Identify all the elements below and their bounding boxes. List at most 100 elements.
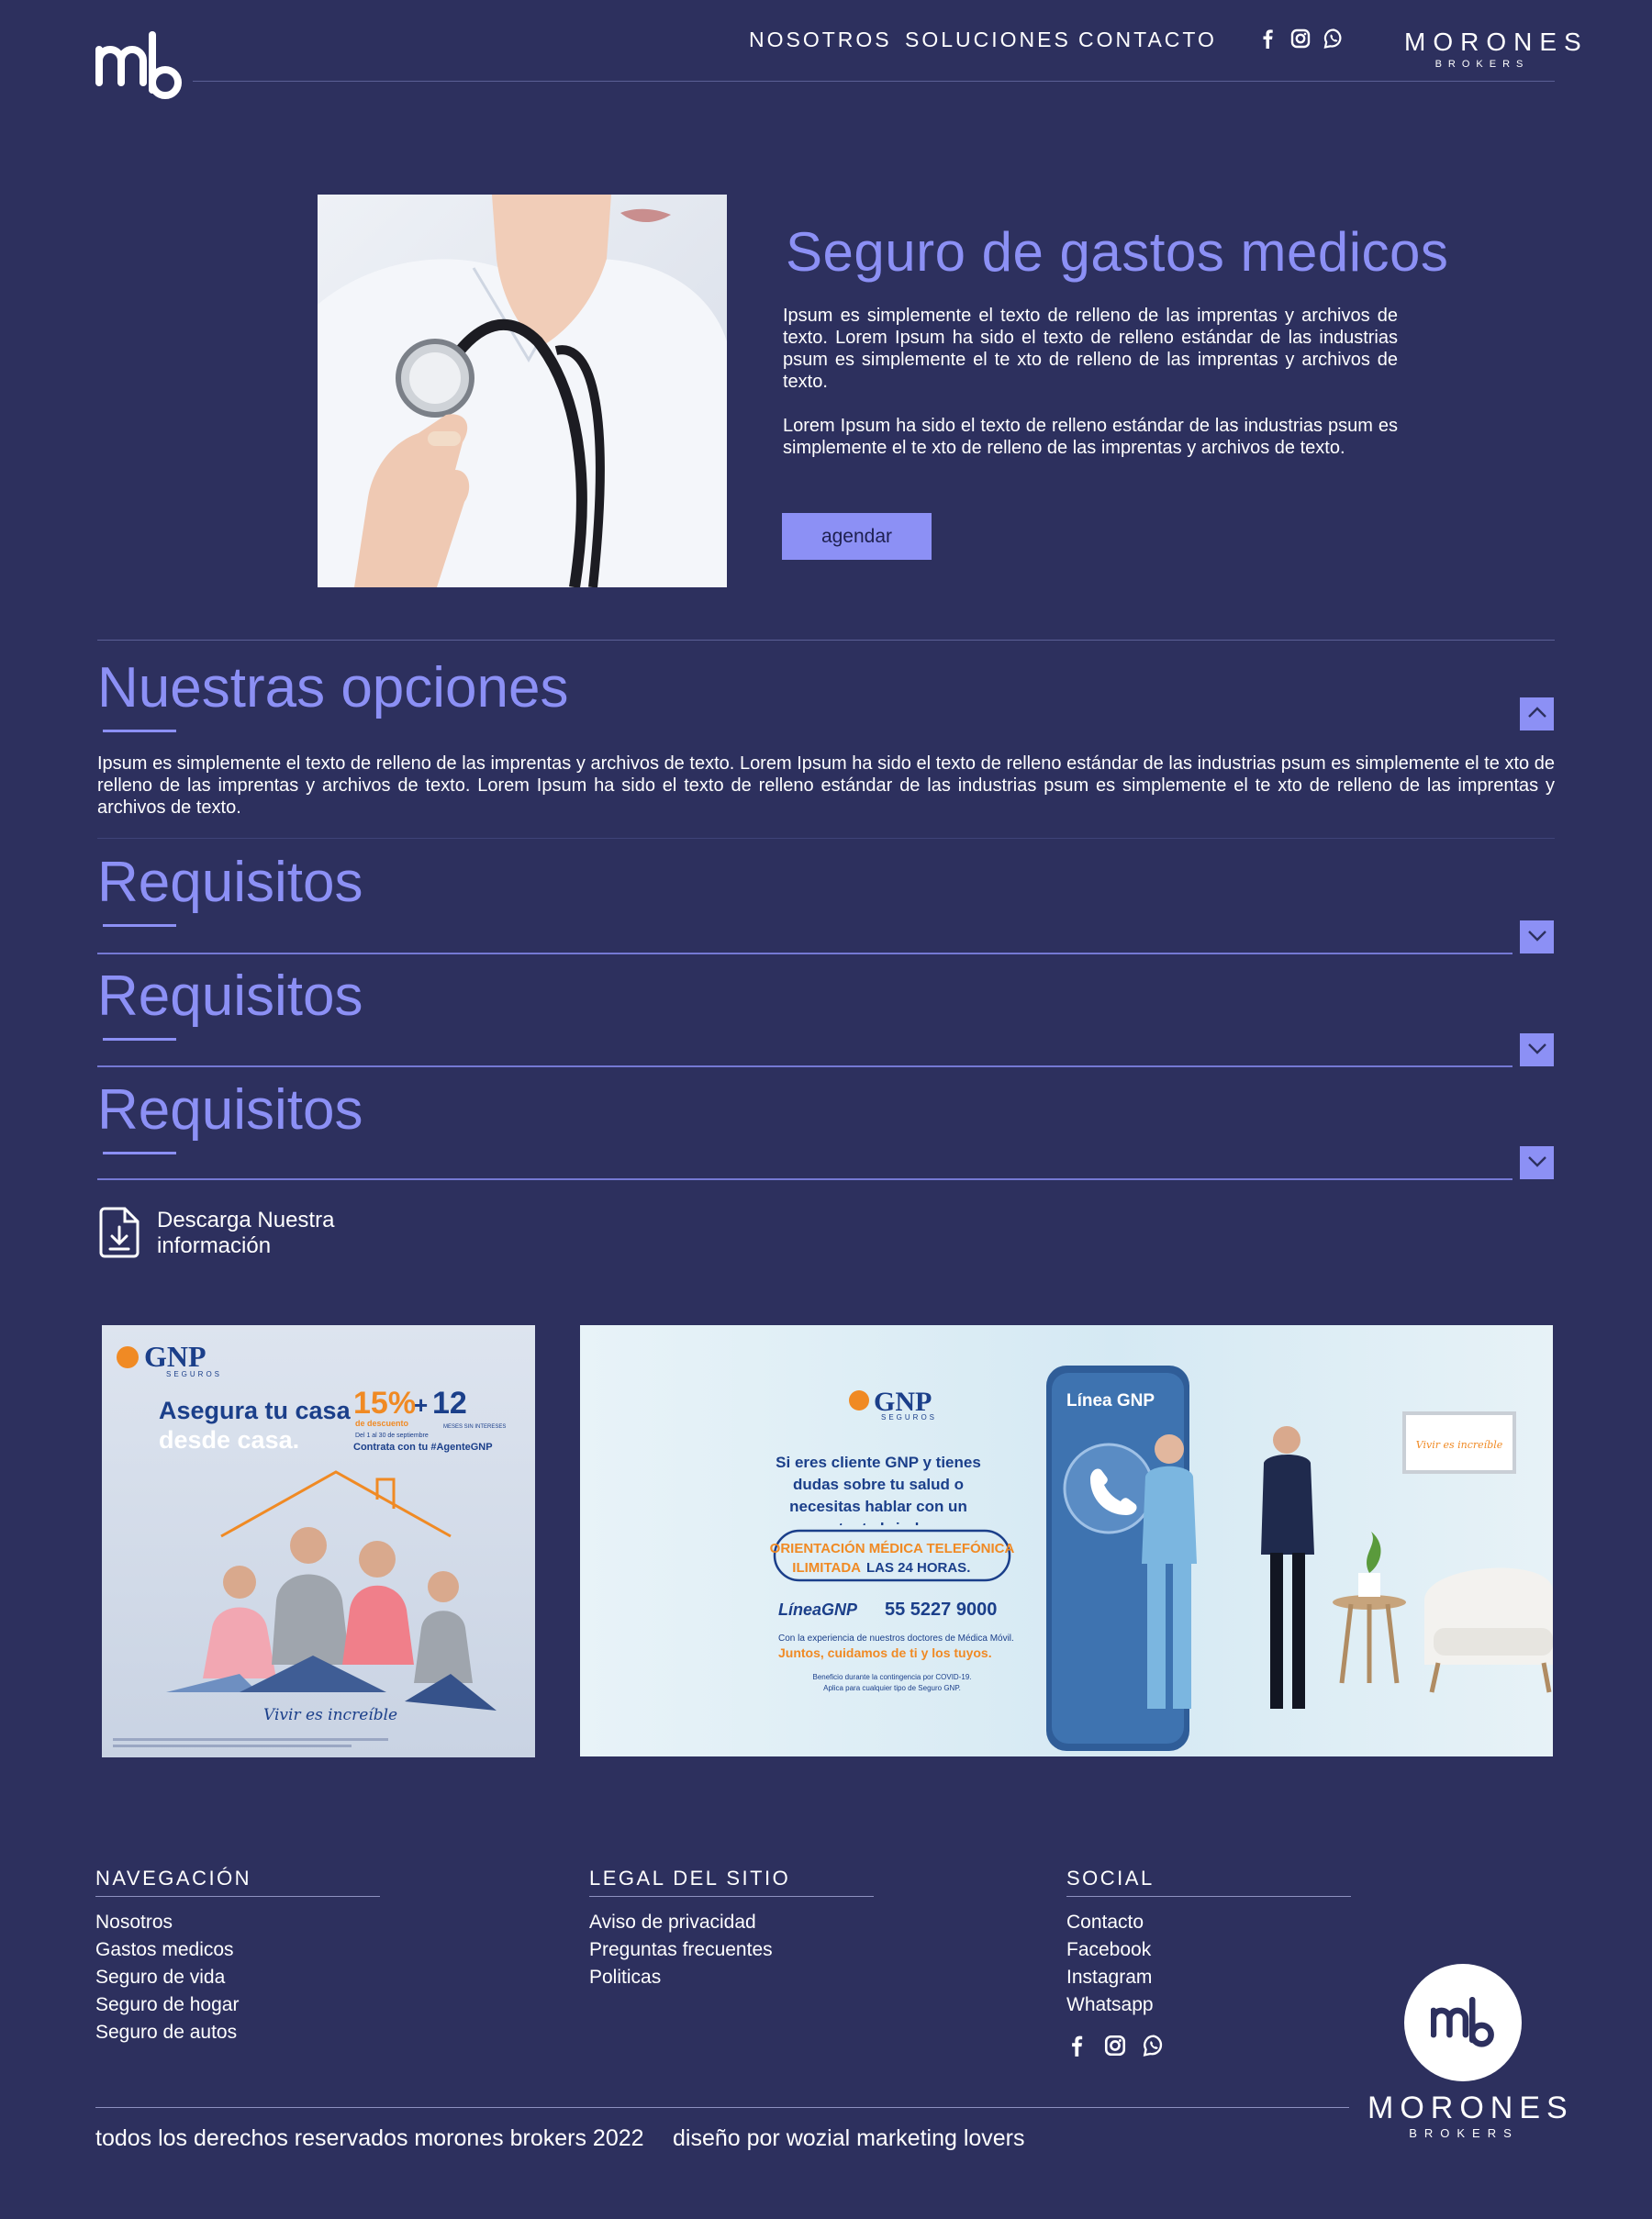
hero-doctor-image bbox=[318, 195, 727, 587]
instagram-icon[interactable] bbox=[1290, 28, 1311, 50]
chevron-down-icon bbox=[1526, 1041, 1548, 1060]
footer-brand-sub: BROKERS bbox=[1409, 2126, 1519, 2140]
accordion-toggle-button[interactable] bbox=[1520, 697, 1554, 730]
footer-nav-heading: NAVEGACIÓN bbox=[95, 1867, 252, 1890]
banner-fine-print: Beneficio durante la contingencia por CO… bbox=[813, 1673, 972, 1681]
banner-plus: + bbox=[414, 1391, 428, 1419]
banner-discount: 15% bbox=[353, 1386, 416, 1421]
accordion-toggle-button[interactable] bbox=[1520, 1033, 1554, 1066]
banner-experience: Con la experiencia de nuestros doctores … bbox=[778, 1634, 1014, 1644]
banner-headline: Asegura tu casa bbox=[159, 1397, 352, 1424]
title-underline bbox=[103, 924, 176, 927]
copyright-text: todos los derechos reservados morones br… bbox=[95, 2125, 644, 2151]
banner-badge: ORIENTACIÓN MÉDICA TELEFÓNICA bbox=[770, 1540, 1015, 1556]
nav-nosotros[interactable]: NOSOTROS bbox=[749, 28, 892, 52]
accordion-toggle-button[interactable] bbox=[1520, 1146, 1554, 1179]
site-logo[interactable] bbox=[95, 31, 184, 101]
footer-nav-list: Nosotros Gastos medicos Seguro de vida S… bbox=[95, 1909, 239, 2046]
footer-link[interactable]: Contacto bbox=[1066, 1909, 1154, 1936]
accordion-toggle-button[interactable] bbox=[1520, 920, 1554, 953]
page-title: Seguro de gastos medicos bbox=[786, 221, 1449, 283]
facebook-icon[interactable] bbox=[1065, 2034, 1088, 2057]
footer-link[interactable]: Nosotros bbox=[95, 1909, 239, 1936]
footer-social-heading: SOCIAL bbox=[1066, 1867, 1155, 1890]
download-document-icon[interactable] bbox=[97, 1207, 141, 1258]
gnp-home-insurance-banner[interactable]: GNP SEGUROS Asegura tu casa desde casa. … bbox=[102, 1325, 535, 1757]
footer-legal-list: Aviso de privacidad Preguntas frecuentes… bbox=[589, 1909, 773, 1991]
footer-link[interactable]: Seguro de hogar bbox=[95, 1991, 239, 2019]
footer-link[interactable]: Facebook bbox=[1066, 1936, 1154, 1964]
footer-link[interactable]: Seguro de vida bbox=[95, 1964, 239, 1991]
instagram-icon[interactable] bbox=[1103, 2034, 1127, 2057]
footer-link[interactable]: Whatsapp bbox=[1066, 1991, 1154, 2019]
banner-slogan: Vivir es increíble bbox=[263, 1706, 397, 1724]
accordion-title[interactable]: Nuestras opciones bbox=[97, 655, 569, 720]
accordion-divider bbox=[97, 953, 1512, 954]
banner-headline: desde casa. bbox=[159, 1426, 299, 1454]
accordion-divider bbox=[97, 1065, 1512, 1067]
brand-name: MORONES bbox=[1404, 28, 1589, 56]
banner-fine-print: Aplica para cualquier tipo de Seguro GNP… bbox=[823, 1684, 961, 1692]
footer-link[interactable]: Politicas bbox=[589, 1964, 773, 1991]
accordion-title[interactable]: Requisitos bbox=[97, 850, 363, 915]
footer-logo-badge[interactable] bbox=[1404, 1964, 1522, 2081]
hero-paragraph: Lorem Ipsum ha sido el texto de relleno … bbox=[783, 416, 1398, 458]
facebook-icon[interactable] bbox=[1257, 28, 1278, 50]
footer-social-icons bbox=[1065, 2034, 1166, 2057]
chevron-up-icon bbox=[1526, 705, 1548, 724]
footer-heading-rule bbox=[95, 1896, 380, 1897]
whatsapp-icon[interactable] bbox=[1323, 28, 1344, 50]
nav-contacto[interactable]: CONTACTO bbox=[1078, 28, 1217, 52]
banner-contract: Contrata con tu #AgenteGNP bbox=[353, 1442, 493, 1453]
title-underline bbox=[103, 1038, 176, 1041]
header-social-links bbox=[1257, 28, 1344, 50]
accordion-title[interactable]: Requisitos bbox=[97, 964, 363, 1029]
section-divider bbox=[97, 640, 1555, 641]
footer-divider bbox=[95, 2107, 1349, 2108]
nav-soluciones[interactable]: SOLUCIONES bbox=[905, 28, 1071, 52]
footer-brand-name: MORONES bbox=[1367, 2091, 1574, 2125]
banner-dates: Del 1 al 30 de septiembre bbox=[355, 1433, 429, 1439]
footer-link[interactable]: Seguro de autos bbox=[95, 2019, 239, 2046]
banner-intro: Si eres cliente GNP y tienes dudas sobre… bbox=[776, 1454, 981, 1525]
chevron-down-icon bbox=[1526, 928, 1548, 947]
whatsapp-icon[interactable] bbox=[1142, 2034, 1166, 2057]
accordion-title[interactable]: Requisitos bbox=[97, 1077, 363, 1143]
footer-link[interactable]: Gastos medicos bbox=[95, 1936, 239, 1964]
gnp-logo-sub: SEGUROS bbox=[881, 1413, 937, 1422]
banner-months-label: MESES SIN INTERESES bbox=[443, 1424, 506, 1430]
accordion-body: Ipsum es simplemente el texto de relleno… bbox=[97, 753, 1555, 818]
agendar-button[interactable]: agendar bbox=[782, 513, 932, 560]
chevron-down-icon bbox=[1526, 1154, 1548, 1173]
title-underline bbox=[103, 1152, 176, 1154]
footer-social-list: Contacto Facebook Instagram Whatsapp bbox=[1066, 1909, 1154, 2019]
credits-link[interactable]: diseño por wozial marketing lovers bbox=[673, 2125, 1025, 2152]
footer-heading-rule bbox=[589, 1896, 874, 1897]
header-divider bbox=[193, 81, 1555, 82]
banner-badge: ILIMITADA bbox=[792, 1560, 861, 1576]
banner-care: Juntos, cuidamos de ti y los tuyos. bbox=[778, 1645, 992, 1660]
brand-wordmark[interactable]: MORONES BROKERS bbox=[1404, 28, 1589, 70]
title-underline bbox=[103, 730, 176, 732]
gnp-medical-line-banner[interactable]: GNP SEGUROS Si eres cliente GNP y tienes… bbox=[580, 1325, 1553, 1756]
footer-link[interactable]: Preguntas frecuentes bbox=[589, 1936, 773, 1964]
download-link[interactable]: Descarga Nuestra información bbox=[157, 1208, 334, 1259]
phone-screen-label: Línea GNP bbox=[1066, 1391, 1155, 1411]
banner-discount-label: de descuento bbox=[355, 1419, 409, 1428]
gnp-logo-text: GNP bbox=[144, 1340, 206, 1373]
frame-text: Vivir es increíble bbox=[1416, 1439, 1503, 1451]
banner-badge: LAS 24 HORAS. bbox=[866, 1560, 970, 1576]
section-divider bbox=[97, 838, 1555, 839]
footer-heading-rule bbox=[1066, 1896, 1351, 1897]
banner-months: 12 bbox=[432, 1386, 467, 1421]
download-label-line2: información bbox=[157, 1233, 272, 1258]
hero-paragraph: Ipsum es simplemente el texto de relleno… bbox=[783, 306, 1398, 392]
brand-sub: BROKERS bbox=[1434, 59, 1530, 70]
gnp-logo-sub: SEGUROS bbox=[166, 1370, 222, 1378]
footer-link[interactable]: Instagram bbox=[1066, 1964, 1154, 1991]
linea-gnp-label: LíneaGNP bbox=[778, 1600, 858, 1619]
footer-legal-heading: LEGAL DEL SITIO bbox=[589, 1867, 791, 1890]
accordion-divider bbox=[97, 1178, 1512, 1180]
footer-brand-wordmark: MORONES BROKERS bbox=[1367, 2091, 1574, 2140]
footer-link[interactable]: Aviso de privacidad bbox=[589, 1909, 773, 1936]
